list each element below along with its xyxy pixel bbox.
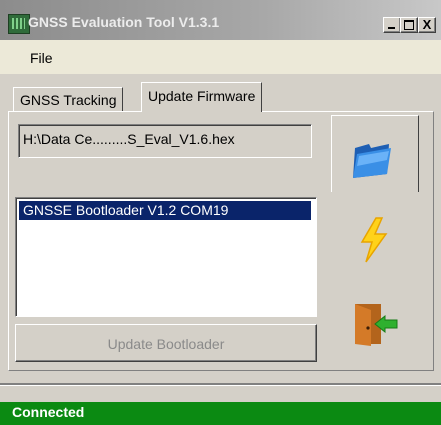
firmware-path-field: H:\Data Ce.........S_Eval_V1.6.hex [18, 124, 312, 158]
exit-door-icon [355, 304, 398, 346]
open-file-button[interactable] [349, 136, 397, 184]
maximize-button[interactable] [400, 17, 418, 33]
flash-button[interactable] [354, 216, 402, 264]
status-text: Connected [12, 404, 85, 420]
tab-gnss-tracking[interactable]: GNSS Tracking [13, 87, 124, 113]
list-item[interactable]: GNSSE Bootloader V1.2 COM19 [19, 201, 311, 220]
lightning-icon [360, 217, 388, 263]
folder-open-icon [353, 144, 391, 178]
separator [0, 383, 441, 386]
close-button[interactable]: X [418, 17, 436, 33]
device-list[interactable]: GNSSE Bootloader V1.2 COM19 [15, 197, 317, 317]
close-icon: X [422, 17, 432, 32]
exit-button[interactable] [351, 300, 399, 348]
minimize-button[interactable] [383, 17, 401, 33]
app-icon [8, 14, 30, 34]
menu-file[interactable]: File [30, 50, 53, 66]
menu-bar [0, 40, 441, 74]
tab-update-firmware[interactable]: Update Firmware [141, 82, 263, 112]
update-bootloader-button[interactable]: Update Bootloader [15, 324, 317, 362]
window-title: GNSS Evaluation Tool V1.3.1 [28, 14, 220, 30]
